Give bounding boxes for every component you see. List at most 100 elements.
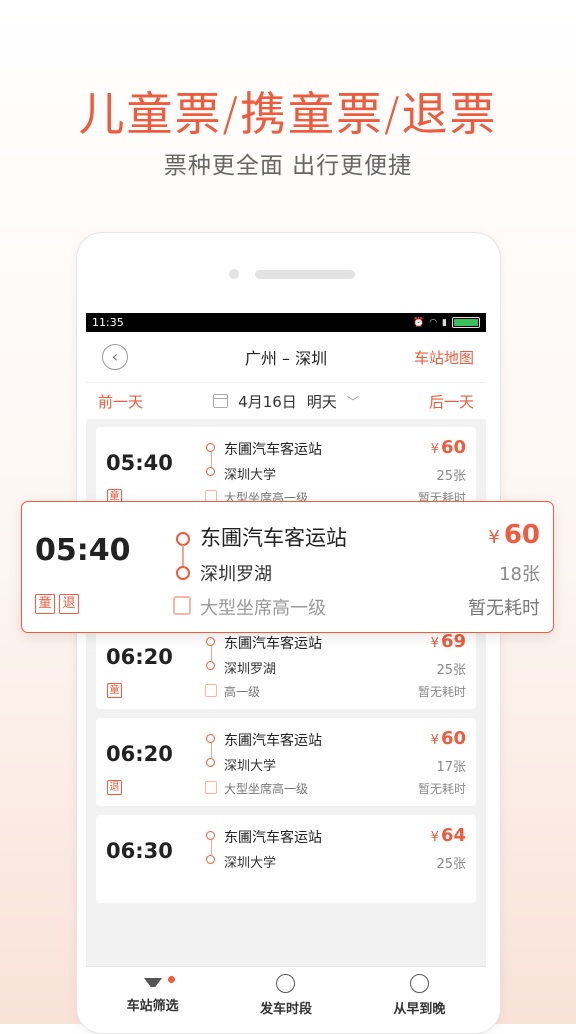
departure-time: 05:40	[106, 451, 173, 475]
destination-station: 深圳罗湖	[224, 662, 277, 677]
destination-station: 深圳大学	[224, 856, 277, 871]
chevron-down-icon: ﹀	[346, 394, 359, 409]
ticket-list: 05:40 童 东圃汽车客运站 深圳大学 大型坐席高一级 ¥60 25张 暂无耗…	[86, 419, 486, 903]
price-value: 60	[440, 437, 466, 458]
destination-station: 深圳大学	[224, 468, 277, 483]
origin-station: 东圃汽车客运站	[224, 636, 322, 652]
prev-day-button[interactable]: 前一天	[98, 391, 143, 412]
tab-station-filter[interactable]: 车站筛选	[86, 967, 219, 1024]
price-value: 60	[440, 728, 466, 749]
origin-station: 东圃汽车客运站	[200, 526, 347, 550]
ticket-price: ¥60	[488, 520, 540, 550]
departure-time: 06:20	[106, 742, 173, 766]
status-bar: 11:35 ⏰ ◠ ▮	[86, 313, 486, 332]
clock-icon	[276, 974, 296, 993]
currency-symbol: ¥	[430, 830, 439, 845]
wifi-icon: ◠	[429, 317, 438, 328]
route-line	[182, 545, 184, 567]
route-line	[211, 452, 212, 467]
date-label: 4月16日	[238, 392, 297, 411]
bus-class: 高一级	[224, 685, 261, 699]
date-bar: 前一天 4月16日 明天 ﹀ 后一天	[86, 382, 486, 419]
origin-dot	[176, 532, 190, 546]
featured-ticket-card[interactable]: 05:40 童 退 东圃汽车客运站 深圳罗湖 大型坐席高一级 ¥60 18张 暂…	[21, 501, 554, 633]
camera-dot	[229, 269, 239, 279]
tickets-remaining: 25张	[436, 857, 466, 872]
next-day-button[interactable]: 后一天	[429, 391, 474, 412]
destination-dot	[206, 758, 215, 767]
ticket-badges: 童 退	[35, 594, 79, 614]
ticket-card[interactable]: 06:20 童 东圃汽车客运站 深圳罗湖 高一级 ¥69 25张 暂无耗时	[96, 621, 476, 709]
refund-badge: 退	[107, 780, 122, 795]
currency-symbol: ¥	[430, 442, 439, 457]
price-value: 69	[440, 631, 466, 652]
bus-icon	[205, 781, 217, 794]
date-picker[interactable]: 4月16日 明天 ﹀	[213, 391, 359, 412]
departure-time: 06:20	[106, 645, 173, 669]
origin-station: 东圃汽车客运站	[224, 733, 322, 749]
origin-station: 东圃汽车客运站	[224, 442, 322, 458]
destination-dot	[206, 467, 215, 476]
departure-time: 06:30	[106, 839, 173, 863]
nav-bar: ‹ 广州 – 深圳 车站地图	[86, 332, 486, 382]
tab-label: 车站筛选	[126, 998, 179, 1014]
currency-symbol: ¥	[430, 733, 439, 748]
origin-station: 东圃汽车客运站	[224, 830, 322, 846]
ticket-card[interactable]: 06:30 东圃汽车客运站 深圳大学 ¥64 25张	[96, 815, 476, 903]
route-line	[211, 646, 212, 661]
speaker-grill	[255, 270, 355, 279]
child-ticket-badge: 童	[35, 594, 55, 614]
phone-screen: 11:35 ⏰ ◠ ▮ ‹ 广州 – 深圳 车站地图 前一天 4月16日 明天 …	[86, 313, 486, 1024]
day-label: 明天	[306, 392, 337, 411]
battery-icon	[452, 317, 480, 328]
alarm-icon: ⏰	[412, 317, 425, 328]
tickets-remaining: 17张	[436, 760, 466, 775]
bus-icon	[173, 596, 191, 615]
filter-icon	[143, 977, 162, 991]
bus-icon	[205, 684, 217, 697]
tab-departure-period[interactable]: 发车时段	[219, 967, 352, 1024]
origin-dot	[206, 831, 215, 840]
ticket-price: ¥69	[431, 631, 466, 652]
promo-subline: 票种更全面 出行更便捷	[163, 153, 413, 179]
route-line	[211, 840, 212, 855]
bus-class: 大型坐席高一级	[200, 598, 326, 619]
notification-dot	[168, 976, 175, 983]
refund-badge: 退	[59, 594, 79, 614]
travel-duration: 暂无耗时	[468, 598, 540, 619]
destination-dot	[206, 855, 215, 864]
ticket-card[interactable]: 06:20 退 东圃汽车客运站 深圳大学 大型坐席高一级 ¥60 17张 暂无耗…	[96, 718, 476, 806]
origin-dot	[206, 637, 215, 646]
tab-label: 从早到晚	[393, 1002, 446, 1017]
ticket-price: ¥60	[431, 728, 466, 749]
destination-station: 深圳罗湖	[200, 564, 272, 585]
destination-dot	[206, 661, 215, 670]
tickets-remaining: 25张	[436, 663, 466, 678]
station-map-link[interactable]: 车站地图	[414, 347, 474, 368]
travel-duration: 暂无耗时	[417, 782, 466, 796]
route-line	[211, 743, 212, 758]
tab-sort-early-late[interactable]: 从早到晚	[353, 967, 486, 1024]
destination-station: 深圳大学	[224, 759, 277, 774]
currency-symbol: ¥	[430, 636, 439, 651]
departure-time: 05:40	[35, 533, 131, 568]
origin-dot	[206, 443, 215, 452]
tab-bar: 车站筛选 发车时段 从早到晚	[86, 966, 486, 1024]
status-time: 11:35	[92, 316, 124, 329]
currency-symbol: ¥	[488, 527, 500, 548]
price-value: 64	[440, 825, 466, 846]
tickets-remaining: 18张	[499, 564, 540, 585]
origin-dot	[206, 734, 215, 743]
clock-icon	[409, 974, 429, 993]
travel-duration: 暂无耗时	[417, 685, 466, 699]
tab-label: 发车时段	[259, 1002, 312, 1017]
bus-class: 大型坐席高一级	[224, 782, 309, 796]
calendar-icon	[213, 394, 229, 408]
price-value: 60	[503, 520, 540, 550]
tickets-remaining: 25张	[436, 469, 466, 484]
child-ticket-badge: 童	[107, 683, 122, 698]
ticket-badges: 退	[107, 780, 122, 795]
ticket-price: ¥64	[431, 825, 466, 846]
destination-dot	[176, 566, 190, 580]
signal-icon: ▮	[442, 317, 447, 328]
